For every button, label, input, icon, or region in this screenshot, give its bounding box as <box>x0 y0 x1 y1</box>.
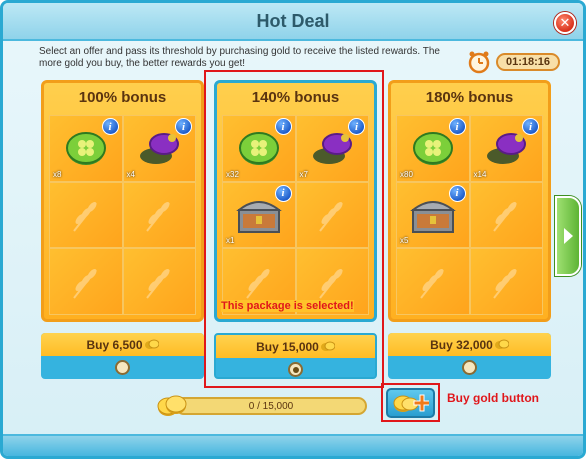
buy-label-row: Buy 32,000 <box>388 333 551 356</box>
info-icon[interactable]: i <box>448 184 466 202</box>
progress-text: 0 / 15,000 <box>248 400 294 412</box>
reward-cell: x4 i <box>122 115 196 182</box>
package-radio[interactable] <box>462 360 477 375</box>
window-title: Hot Deal <box>256 10 330 31</box>
next-page-button[interactable] <box>555 196 581 276</box>
empty-cell <box>49 181 123 249</box>
reward-cell: x80 i <box>396 115 470 182</box>
gold-coin-icon <box>494 339 509 349</box>
countdown-timer: 01:18:16 <box>496 53 561 71</box>
clover-coin-icon <box>65 132 106 166</box>
progress-bar: 0 / 15,000 <box>175 397 367 415</box>
reward-qty: x14 <box>473 169 487 179</box>
empty-cell <box>122 248 196 315</box>
wheat-icon <box>493 268 518 299</box>
treasure-chest-icon <box>409 200 456 233</box>
chevron-right-icon <box>564 228 573 244</box>
alarm-clock-icon <box>468 51 490 74</box>
radio-row <box>388 356 551 379</box>
empty-cell <box>469 181 543 249</box>
selected-annotation-text: This package is selected! <box>221 300 354 312</box>
package-radio[interactable] <box>115 360 130 375</box>
buy-option-6500[interactable]: Buy 6,500 <box>41 333 204 379</box>
wheat-icon <box>146 201 171 232</box>
reward-qty: x8 <box>53 169 62 179</box>
buy-gold-annotation-box <box>381 383 440 422</box>
gold-coins-icon <box>157 395 187 416</box>
gold-coin-icon <box>144 339 159 349</box>
buy-option-32000[interactable]: Buy 32,000 <box>388 333 551 379</box>
info-icon[interactable]: i <box>101 118 119 135</box>
reward-grid: x8 i x4 i <box>49 115 196 315</box>
buy-label: Buy 6,500 <box>86 337 143 352</box>
empty-cell <box>49 248 123 315</box>
empty-cell <box>122 181 196 249</box>
package-title: 100% bonus <box>78 88 167 106</box>
bottom-bar <box>3 434 583 456</box>
close-icon: ✕ <box>559 15 571 30</box>
close-button[interactable]: ✕ <box>554 12 576 34</box>
clover-coin-icon <box>412 132 453 166</box>
hot-deal-window: Hot Deal ✕ Select an offer and pass its … <box>0 0 586 459</box>
wheat-icon <box>419 268 444 299</box>
timer-area: 01:18:16 <box>467 50 561 74</box>
info-icon[interactable]: i <box>175 118 192 135</box>
package-180-bonus[interactable]: 180% bonus x80 i x14 i x5 i <box>388 80 551 322</box>
radio-row <box>41 356 204 379</box>
buy-label-row: Buy 6,500 <box>41 333 204 356</box>
wheat-icon <box>72 268 97 299</box>
wheat-icon <box>146 268 171 299</box>
titlebar: Hot Deal ✕ <box>3 3 583 41</box>
buy-gold-annotation-text: Buy gold button <box>447 391 539 405</box>
reward-cell: x14 i <box>469 115 543 182</box>
reward-qty: x80 <box>400 169 413 179</box>
empty-cell <box>469 248 543 315</box>
empty-cell <box>396 248 470 315</box>
package-title: 180% bonus <box>425 88 514 106</box>
info-icon[interactable]: i <box>522 118 539 135</box>
turtle-bag-icon <box>140 133 180 165</box>
reward-grid: x80 i x14 i x5 i <box>396 115 543 315</box>
info-icon[interactable]: i <box>448 118 466 135</box>
wheat-icon <box>72 201 97 232</box>
reward-cell: x8 i <box>49 115 123 182</box>
package-100-bonus[interactable]: 100% bonus x8 i x4 i <box>41 80 204 322</box>
reward-qty: x4 <box>126 169 135 179</box>
selected-annotation-box <box>204 70 384 388</box>
turtle-bag-icon <box>487 133 527 165</box>
description-text: Select an offer and pass its threshold b… <box>39 46 440 69</box>
wheat-icon <box>493 201 518 232</box>
buy-label: Buy 32,000 <box>430 337 493 352</box>
reward-cell: x5 i <box>396 181 470 249</box>
reward-qty: x5 <box>400 236 409 246</box>
